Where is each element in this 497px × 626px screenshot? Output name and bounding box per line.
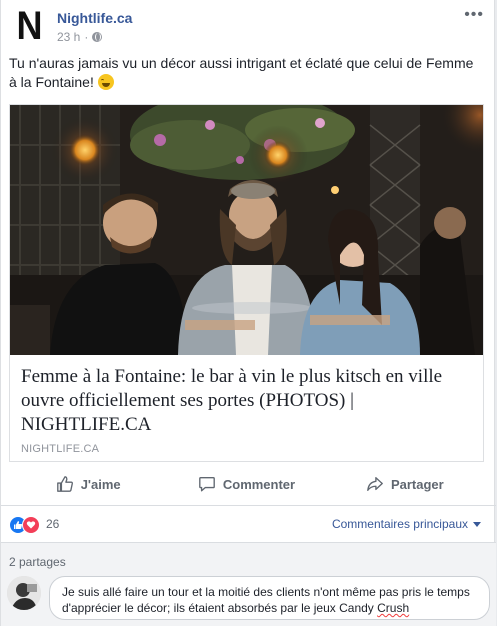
post-text-content: Tu n'auras jamais vu un décor aussi intr… <box>9 55 474 90</box>
bar-photo-image <box>10 105 483 355</box>
page-name-link[interactable]: Nightlife.ca <box>57 10 132 26</box>
thumbs-up-icon <box>56 476 73 492</box>
post-meta: 23 h · <box>57 30 103 44</box>
chevron-down-icon <box>473 521 481 527</box>
more-options-icon[interactable]: ••• <box>464 7 484 23</box>
share-label: Partager <box>390 476 444 492</box>
comment-item: Je suis allé faire un tour et la moitié … <box>7 576 492 620</box>
reactions-summary: 26 Commentaires principaux <box>9 516 484 534</box>
facebook-post: N Nightlife.ca 23 h · ••• Tu n'auras jam… <box>0 0 496 626</box>
post-actions-bar: J'aime Commenter Partager <box>9 466 484 502</box>
commenter-avatar[interactable] <box>7 576 41 610</box>
reaction-count[interactable]: 26 <box>46 517 59 531</box>
actions-divider <box>1 505 496 506</box>
top-comments-dropdown[interactable]: Commentaires principaux <box>332 517 481 531</box>
page-logo[interactable]: N <box>9 6 49 46</box>
link-preview-body[interactable]: Femme à la Fontaine: le bar à vin le plu… <box>10 355 483 461</box>
link-preview-card[interactable]: Femme à la Fontaine: le bar à vin le plu… <box>9 104 484 462</box>
top-comments-label: Commentaires principaux <box>331 517 468 531</box>
like-label: J'aime <box>80 476 121 492</box>
link-title[interactable]: Femme à la Fontaine: le bar à vin le plu… <box>21 365 471 437</box>
share-arrow-icon <box>367 477 383 491</box>
post-timestamp[interactable]: 23 h <box>57 30 80 44</box>
link-domain: NIGHTLIFE.CA <box>21 443 100 455</box>
share-button[interactable]: Partager <box>326 466 484 502</box>
globe-icon[interactable] <box>92 32 103 42</box>
link-preview-photo[interactable] <box>10 105 483 355</box>
share-count[interactable]: 2 partages <box>9 555 66 569</box>
comment-bubble: Je suis allé faire un tour et la moitié … <box>49 576 490 620</box>
logo-letter: N <box>15 4 42 48</box>
comment-flagged-word: Crush <box>377 601 410 615</box>
love-reaction-icon[interactable] <box>22 516 40 534</box>
post-header: N Nightlife.ca 23 h · ••• <box>9 6 486 48</box>
comment-button[interactable]: Commenter <box>167 466 325 502</box>
post-text: Tu n'auras jamais vu un décor aussi intr… <box>9 54 479 92</box>
like-button[interactable]: J'aime <box>9 466 167 502</box>
comment-bubble-icon <box>198 477 215 492</box>
laughing-emoji-icon <box>97 74 114 90</box>
comments-divider <box>1 542 496 543</box>
comment-label: Commenter <box>222 476 296 492</box>
meta-separator: · <box>84 30 89 44</box>
